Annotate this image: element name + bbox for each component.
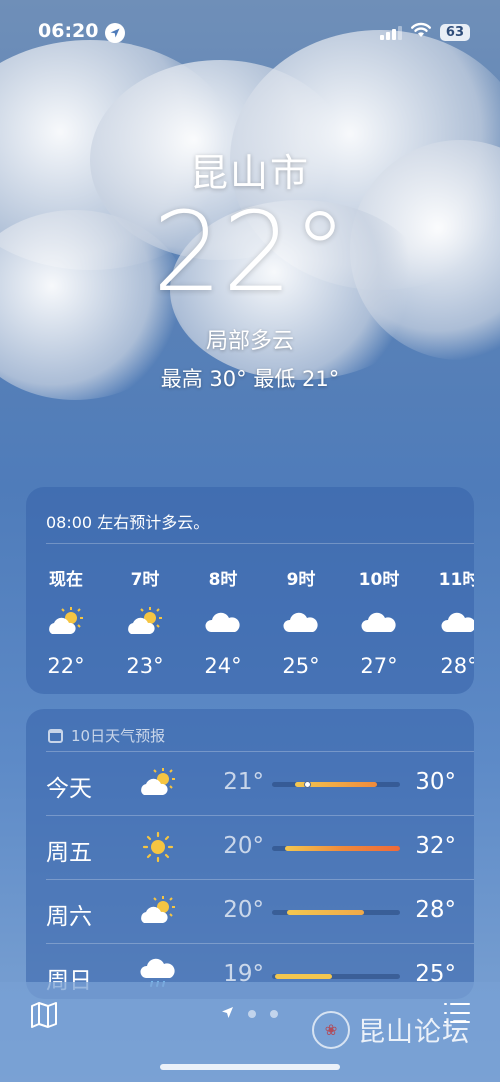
day-row[interactable]: 今天 21° 30° (26, 751, 474, 815)
cloud-icon (424, 602, 474, 642)
day-low: 20° (223, 897, 264, 923)
day-low: 20° (223, 833, 264, 859)
day-name: 周六 (46, 904, 92, 930)
day-row[interactable]: 周六 20° 28° (26, 879, 474, 943)
day-low: 21° (223, 769, 264, 795)
hour-item: 11时 28° (424, 565, 474, 678)
hour-temp: 23° (126, 654, 164, 678)
day-name: 周五 (46, 840, 92, 866)
hour-label: 7时 (130, 570, 160, 590)
condition-text: 局部多云 (205, 329, 294, 354)
daily-header-label: 10日天气预报 (71, 727, 166, 745)
hour-label: 10时 (358, 570, 400, 590)
temp-range-fill (287, 910, 365, 915)
calendar-icon (48, 728, 63, 743)
day-name: 今天 (46, 776, 92, 802)
status-time: 06:20 (38, 20, 99, 42)
hour-temp: 22° (47, 654, 85, 678)
hour-temp: 25° (282, 654, 320, 678)
sun-icon (138, 827, 178, 867)
partly-cloudy-icon (138, 891, 178, 931)
map-icon[interactable] (30, 1002, 58, 1032)
current-weather: 昆山市 22° 局部多云 最高 30° 最低 21° (0, 142, 500, 393)
cloud-icon (344, 602, 414, 642)
bottom-toolbar: ❀ 昆山论坛 (0, 982, 500, 1082)
day-high: 28° (415, 897, 456, 923)
temp-range-fill (274, 974, 333, 979)
hour-label: 8时 (208, 570, 238, 590)
current-temperature: 22° (152, 188, 348, 316)
hour-temp: 27° (360, 654, 398, 678)
hour-item: 7时 23° (110, 565, 180, 678)
status-bar: 06:20 63 (0, 0, 500, 66)
temp-range-bar (272, 910, 400, 915)
wifi-icon (410, 22, 432, 42)
temp-range-fill (284, 846, 400, 851)
daily-header: 10日天气预报 (48, 725, 165, 746)
day-high: 32° (415, 833, 456, 859)
hour-item: 现在 22° (31, 565, 101, 678)
list-icon[interactable] (443, 1001, 471, 1029)
status-indicators: 63 (379, 22, 470, 42)
hour-item: 9时 25° (266, 565, 336, 678)
hour-label: 现在 (49, 570, 83, 590)
hourly-summary: 08:00 左右预计多云。 (46, 513, 210, 532)
hour-item: 10时 27° (344, 565, 414, 678)
hour-label: 11时 (438, 570, 474, 590)
hourly-forecast-card[interactable]: 08:00 左右预计多云。 现在 22° 7时 23° 8时 24° 9时 25… (26, 487, 474, 694)
watermark-logo-icon: ❀ (312, 1010, 350, 1049)
high-low-text: 最高 30° 最低 21° (160, 367, 340, 391)
partly-cloudy-icon (31, 602, 101, 642)
page-indicator[interactable] (221, 1004, 278, 1023)
hour-item: 8时 24° (188, 565, 258, 678)
cloud-icon (188, 602, 258, 642)
page-dot[interactable] (270, 1009, 278, 1018)
daily-forecast-card[interactable]: 10日天气预报 今天 21° 30° 周五 20° 32° 周六 20° 28°… (26, 709, 474, 999)
partly-cloudy-icon (138, 763, 178, 803)
location-arrow-icon (105, 23, 125, 43)
hour-temp: 28° (440, 654, 474, 678)
divider (46, 543, 474, 544)
hour-label: 9时 (286, 570, 316, 590)
temp-range-bar (272, 974, 400, 979)
cellular-signal-icon (379, 24, 402, 40)
temp-range-bar (272, 846, 400, 851)
hour-temp: 24° (204, 654, 242, 678)
location-arrow-icon (221, 1004, 234, 1023)
home-indicator (160, 1064, 340, 1070)
battery-indicator: 63 (439, 23, 470, 41)
cloud-icon (266, 602, 336, 642)
day-high: 30° (415, 769, 456, 795)
current-temp-dot (303, 781, 311, 788)
day-row[interactable]: 周五 20° 32° (26, 815, 474, 879)
temp-range-bar (272, 781, 400, 788)
page-dot[interactable] (248, 1009, 256, 1018)
partly-cloudy-icon (110, 602, 180, 642)
